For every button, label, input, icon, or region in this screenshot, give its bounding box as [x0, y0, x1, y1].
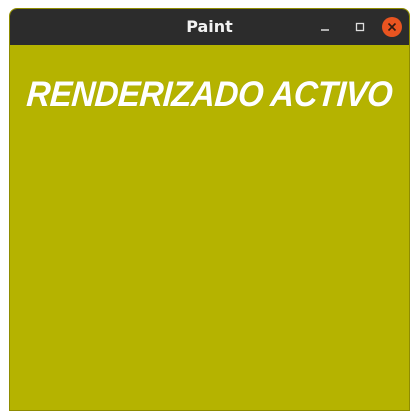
maximize-icon	[355, 22, 365, 32]
title-bar[interactable]: Paint	[10, 9, 409, 45]
maximize-button[interactable]	[350, 17, 370, 37]
close-button[interactable]	[382, 17, 402, 37]
paint-canvas[interactable]: RENDERIZADO ACTIVO	[10, 45, 409, 410]
render-status-banner: RENDERIZADO ACTIVO	[25, 73, 394, 114]
close-icon	[387, 22, 397, 32]
paint-window: Paint RENDERIZADO ACTIVO	[9, 8, 410, 411]
minimize-icon	[321, 29, 329, 31]
minimize-button[interactable]	[315, 17, 335, 37]
